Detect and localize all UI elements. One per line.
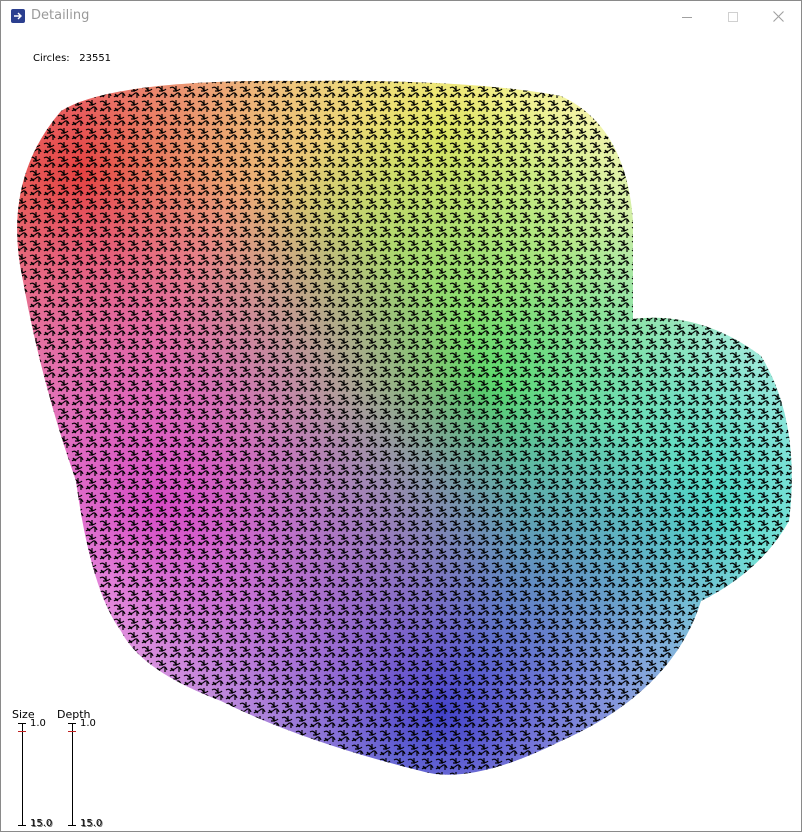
title-bar[interactable]: Detailing	[1, 1, 801, 32]
close-button[interactable]	[755, 1, 801, 32]
circles-label: Circles:	[33, 53, 70, 64]
circles-count: 23551	[79, 53, 112, 64]
arrow-right-icon	[11, 9, 25, 23]
minimize-icon	[682, 16, 692, 18]
app-window: Detailing Circles: 23551 Size 1.0 15.0 1…	[0, 0, 802, 832]
maximize-icon	[728, 11, 738, 22]
depth-slider-max: 1.0	[80, 718, 96, 729]
detailing-canvas[interactable]	[1, 32, 801, 831]
size-slider-max: 1.0	[30, 718, 46, 729]
depth-slider-min-ghost: 15.0	[81, 819, 104, 830]
size-slider-track[interactable]	[22, 723, 23, 825]
depth-slider-bottom-tick	[68, 825, 76, 826]
window-title: Detailing	[31, 8, 90, 23]
circle-packing-blob	[17, 80, 792, 775]
close-icon	[772, 11, 784, 22]
size-slider-bottom-tick	[18, 825, 26, 826]
depth-slider-thumb[interactable]	[68, 731, 76, 732]
minimize-button[interactable]	[664, 1, 710, 32]
maximize-button[interactable]	[710, 1, 756, 32]
depth-slider-track[interactable]	[72, 723, 73, 825]
size-slider-min-ghost: 15.0	[31, 819, 54, 830]
size-slider-thumb[interactable]	[18, 731, 26, 732]
circle-count-readout: Circles: 23551	[33, 53, 111, 64]
